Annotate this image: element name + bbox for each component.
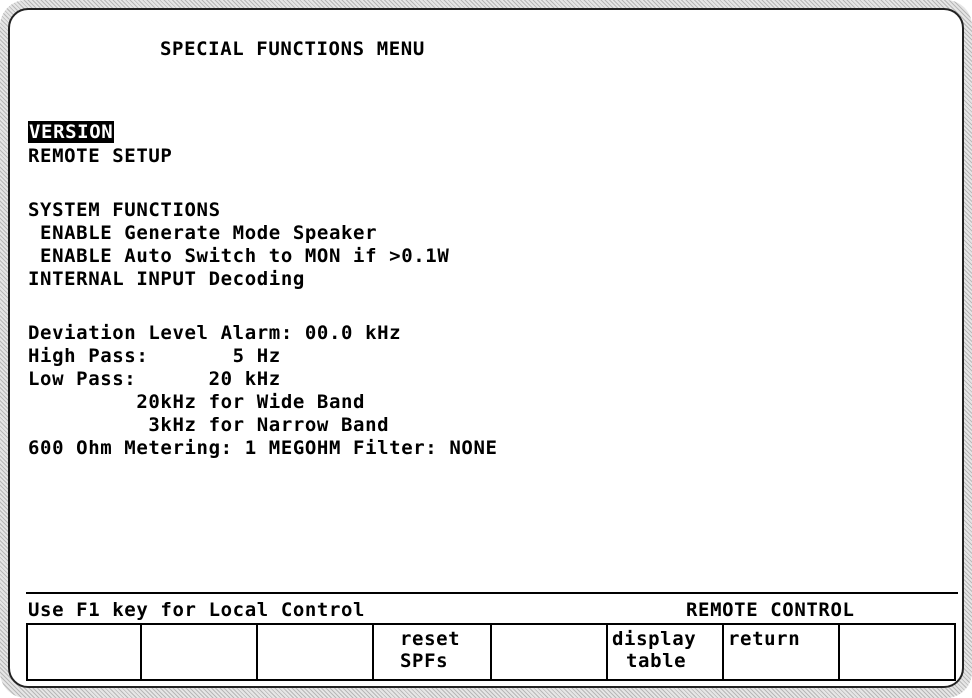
- menu-item-enable-auto-switch[interactable]: ENABLE Auto Switch to MON if >0.1W: [28, 245, 449, 267]
- display-table-button[interactable]: display table: [608, 625, 724, 679]
- reset-spfs-label: reset: [400, 628, 461, 650]
- softkey-3[interactable]: [258, 625, 374, 679]
- menu-item-low-pass[interactable]: Low Pass: 20 kHz: [28, 368, 281, 390]
- menu-item-system-functions[interactable]: SYSTEM FUNCTIONS: [28, 199, 221, 221]
- return-button[interactable]: return: [724, 625, 840, 679]
- menu-item-high-pass[interactable]: High Pass: 5 Hz: [28, 345, 281, 367]
- display-table-label-2: table: [626, 650, 687, 672]
- page-title: SPECIAL FUNCTIONS MENU: [160, 38, 425, 60]
- menu-item-version-label: VERSION: [28, 121, 115, 143]
- menu-item-internal-input[interactable]: INTERNAL INPUT Decoding: [28, 268, 305, 290]
- softkey-8[interactable]: [840, 625, 956, 679]
- return-label: return: [728, 628, 801, 650]
- menu-item-remote-setup[interactable]: REMOTE SETUP: [28, 145, 172, 167]
- reset-spfs-label-2: SPFs: [400, 650, 449, 672]
- wide-band-note: 20kHz for Wide Band: [28, 391, 366, 413]
- screen: SPECIAL FUNCTIONS MENU VERSION REMOTE SE…: [8, 8, 964, 688]
- status-hint: Use F1 key for Local Control: [28, 599, 366, 621]
- softkey-1[interactable]: [26, 625, 142, 679]
- status-divider: [26, 592, 958, 594]
- softkey-5[interactable]: [492, 625, 608, 679]
- menu-item-version[interactable]: VERSION: [28, 121, 115, 143]
- status-mode: REMOTE CONTROL: [686, 599, 855, 621]
- display-table-label: display: [612, 628, 697, 650]
- monitor-bezel: SPECIAL FUNCTIONS MENU VERSION REMOTE SE…: [0, 0, 972, 698]
- menu-item-deviation-alarm[interactable]: Deviation Level Alarm: 00.0 kHz: [28, 322, 401, 344]
- narrow-band-note: 3kHz for Narrow Band: [28, 414, 390, 436]
- reset-spfs-button[interactable]: reset SPFs: [374, 625, 492, 679]
- softkey-2[interactable]: [142, 625, 258, 679]
- menu-item-enable-speaker[interactable]: ENABLE Generate Mode Speaker: [28, 222, 377, 244]
- softkey-bar: reset SPFs display table return: [26, 623, 956, 681]
- menu-item-metering[interactable]: 600 Ohm Metering: 1 MEGOHM Filter: NONE: [28, 437, 498, 459]
